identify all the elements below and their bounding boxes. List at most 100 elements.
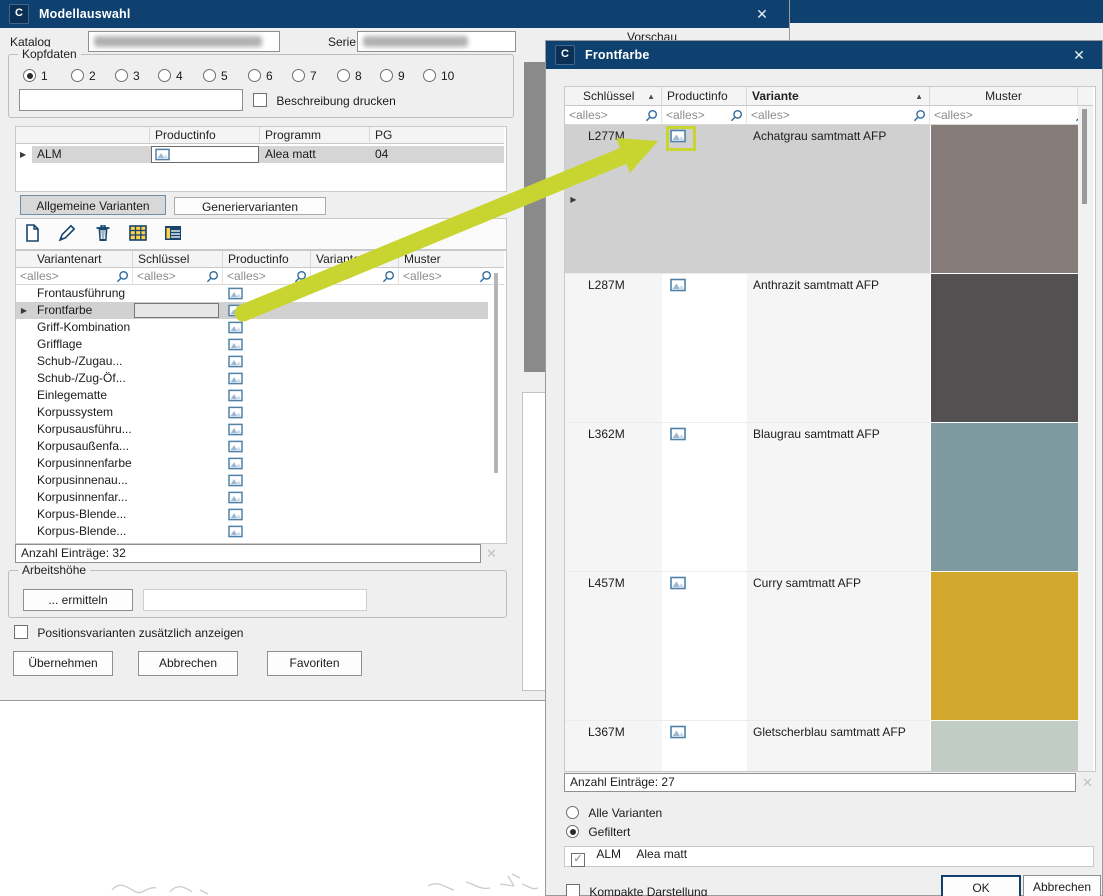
search-icon[interactable] xyxy=(913,109,926,122)
variant-productinfo-cell[interactable] xyxy=(223,302,311,319)
search-icon[interactable] xyxy=(479,270,492,283)
variant-row[interactable]: Grifflage xyxy=(16,336,488,353)
table-grid-filled-icon[interactable] xyxy=(163,223,185,245)
variant-col-schluessel[interactable]: Schlüssel xyxy=(133,251,223,268)
variant-row[interactable]: Schub-/Zugau... xyxy=(16,353,488,370)
color-col-muster[interactable]: Muster xyxy=(930,87,1078,106)
variant-row[interactable]: ▶ Frontfarbe xyxy=(16,302,488,319)
model-productinfo-cell[interactable] xyxy=(151,146,259,163)
variant-col-muster[interactable]: Muster xyxy=(399,251,504,268)
variant-row[interactable]: Korpusinnenau... xyxy=(16,472,488,489)
kopfdaten-radio-5[interactable]: 5 xyxy=(203,69,228,83)
scrollbar-thumb[interactable] xyxy=(1082,109,1087,204)
variant-productinfo-cell[interactable] xyxy=(223,404,311,421)
variant-row[interactable]: Korpusinnenfar... xyxy=(16,489,488,506)
radio-icon[interactable] xyxy=(337,69,350,82)
ok-button[interactable]: OK xyxy=(941,875,1021,896)
new-document-icon[interactable] xyxy=(22,223,44,245)
variant-col-variantenart[interactable]: Variantenart xyxy=(16,251,133,268)
tab-generiervarianten[interactable]: Generiervarianten xyxy=(174,197,326,215)
clear-filter-icon[interactable]: ✕ xyxy=(486,546,497,562)
kopfdaten-radio-7[interactable]: 7 xyxy=(292,69,317,83)
variant-col-variante[interactable]: Variante xyxy=(311,251,399,268)
scrollbar-track[interactable] xyxy=(1078,106,1093,771)
delete-trash-icon[interactable] xyxy=(93,223,115,245)
filter-schluessel[interactable]: <alles> xyxy=(133,268,223,285)
kopfdaten-radio-10[interactable]: 10 xyxy=(423,69,454,83)
kopfdaten-radio-1[interactable]: 1 xyxy=(23,69,48,83)
katalog-field[interactable] xyxy=(88,31,280,52)
filter-variantenart[interactable]: <alles> xyxy=(16,268,133,285)
variant-productinfo-cell[interactable] xyxy=(223,523,311,540)
search-icon[interactable] xyxy=(206,270,219,283)
variant-productinfo-cell[interactable] xyxy=(223,506,311,523)
color-row[interactable]: L367M Gletscherblau samtmatt AFP xyxy=(565,721,1078,772)
variant-row[interactable]: Griff-Kombination xyxy=(16,319,488,336)
abbrechen-button[interactable]: Abbrechen xyxy=(138,651,238,676)
color-productinfo-cell[interactable] xyxy=(662,721,747,772)
variant-row[interactable]: Frontausführung xyxy=(16,285,488,302)
vertical-scrollbar[interactable] xyxy=(494,273,498,473)
variant-row[interactable]: Korpusinnenfarbe xyxy=(16,455,488,472)
radio-icon[interactable] xyxy=(115,69,128,82)
model-col-productinfo[interactable]: Productinfo xyxy=(150,127,260,144)
kopfdaten-text-input[interactable] xyxy=(20,90,242,110)
filter-muster[interactable]: <alles> xyxy=(930,106,1093,125)
variant-row[interactable]: Korpusausführu... xyxy=(16,421,488,438)
filter-productinfo[interactable]: <alles> xyxy=(662,106,747,125)
kopfdaten-radio-2[interactable]: 2 xyxy=(71,69,96,83)
kopfdaten-radio-4[interactable]: 4 xyxy=(158,69,183,83)
search-icon[interactable] xyxy=(730,109,743,122)
key-edit-box[interactable] xyxy=(134,303,219,318)
search-icon[interactable] xyxy=(645,109,658,122)
variant-productinfo-cell[interactable] xyxy=(223,455,311,472)
variant-productinfo-cell[interactable] xyxy=(223,438,311,455)
model-col-programm[interactable]: Programm xyxy=(260,127,370,144)
table-grid-yellow-icon[interactable] xyxy=(128,223,150,245)
variant-row[interactable]: Korpus-Blende... xyxy=(16,523,488,540)
search-icon[interactable] xyxy=(116,270,129,283)
radio-icon[interactable] xyxy=(23,69,36,82)
color-col-productinfo[interactable]: Productinfo xyxy=(662,87,747,106)
variant-productinfo-cell[interactable] xyxy=(223,285,311,302)
radio-icon[interactable] xyxy=(566,806,579,819)
variant-row[interactable]: Korpus-Blende... xyxy=(16,506,488,523)
favoriten-button[interactable]: Favoriten xyxy=(267,651,362,676)
kopfdaten-input[interactable] xyxy=(19,89,243,111)
color-productinfo-cell[interactable] xyxy=(662,572,747,721)
filter-variante[interactable]: <alles> xyxy=(747,106,930,125)
model-row[interactable]: ▶ ALM Alea matt 04 xyxy=(16,146,504,163)
abbrechen-button[interactable]: Abbrechen xyxy=(1023,875,1101,896)
checkbox-icon[interactable] xyxy=(14,625,28,639)
filter-productinfo[interactable]: <alles> xyxy=(223,268,311,285)
variant-row[interactable]: Korpussystem xyxy=(16,404,488,421)
radio-icon[interactable] xyxy=(380,69,393,82)
variant-productinfo-cell[interactable] xyxy=(223,370,311,387)
alm-filter-box[interactable]: ✓ ALM Alea matt xyxy=(564,846,1094,867)
filter-variante[interactable]: <alles> xyxy=(311,268,399,285)
ermitteln-button[interactable]: ... ermitteln xyxy=(23,589,133,611)
close-icon[interactable]: ✕ xyxy=(1064,41,1094,69)
variant-productinfo-cell[interactable] xyxy=(223,387,311,404)
radio-icon[interactable] xyxy=(203,69,216,82)
tab-allgemeine-varianten[interactable]: Allgemeine Varianten xyxy=(20,195,166,215)
variant-col-productinfo[interactable]: Productinfo xyxy=(223,251,311,268)
color-productinfo-cell[interactable] xyxy=(662,125,747,274)
variant-productinfo-cell[interactable] xyxy=(223,353,311,370)
variant-productinfo-cell[interactable] xyxy=(223,489,311,506)
color-productinfo-cell[interactable] xyxy=(662,274,747,423)
uebernehmen-button[interactable]: Übernehmen xyxy=(13,651,113,676)
modellauswahl-titlebar[interactable]: C Modellauswahl ✕ xyxy=(0,0,789,28)
radio-icon[interactable] xyxy=(292,69,305,82)
kopfdaten-radio-6[interactable]: 6 xyxy=(248,69,273,83)
checkbox-icon[interactable] xyxy=(253,93,267,107)
edit-pencil-icon[interactable] xyxy=(57,223,79,245)
variant-productinfo-cell[interactable] xyxy=(223,336,311,353)
variant-row[interactable]: Schub-/Zug-Öf... xyxy=(16,370,488,387)
radio-icon[interactable] xyxy=(423,69,436,82)
beschreibung-checkbox[interactable]: Beschreibung drucken xyxy=(253,93,396,108)
clear-filter-icon[interactable]: ✕ xyxy=(1082,775,1093,791)
frontfarbe-titlebar[interactable]: C Frontfarbe ✕ xyxy=(546,41,1102,69)
color-row[interactable]: L287M Anthrazit samtmatt AFP xyxy=(565,274,1078,423)
positionsvarianten-checkbox[interactable]: Positionsvarianten zusätzlich anzeigen xyxy=(14,625,243,640)
